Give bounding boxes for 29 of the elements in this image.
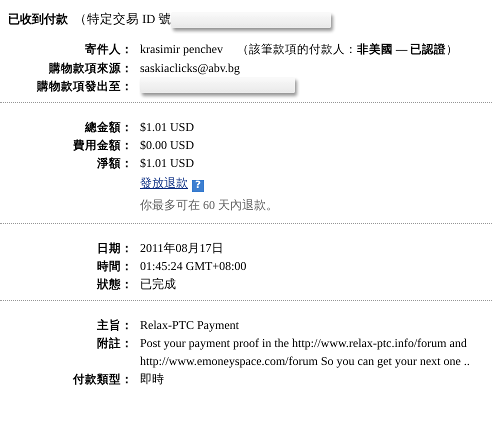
field-value: 01:45:24 GMT+08:00 (140, 259, 246, 273)
transaction-id-label: （特定交易 ID 號 (74, 10, 172, 28)
field-value: Relax-PTC Payment (140, 318, 239, 332)
field-value: $1.01 USD (140, 156, 194, 170)
field-value: 2011年08月17日 (140, 241, 224, 255)
field-label: 狀態： (96, 276, 133, 293)
field-label: 主旨： (96, 317, 133, 334)
field-value: $0.00 USD (140, 138, 194, 152)
field-value: saskiaclicks@abv.bg (140, 61, 240, 75)
field-label: 購物款項發出至： (36, 78, 133, 95)
refund-link[interactable]: 發放退款 (140, 176, 188, 190)
field-label: 費用金額： (72, 137, 133, 154)
field-label: 購物款項來源： (48, 60, 133, 77)
field-label: 日期： (96, 240, 133, 257)
help-icon[interactable]: ? (192, 180, 204, 192)
page-title: 已收到付款 (8, 10, 68, 28)
field-label: 付款類型： (72, 371, 133, 388)
field-label: 淨額： (96, 155, 133, 172)
field-value: Post your payment proof in the http://www.relax-ptc.info/forum and http://www.emoneyspace.com/forum So you can get your next one .. (140, 336, 470, 368)
field-value: 已完成 (140, 277, 176, 291)
field-label: 寄件人： (84, 41, 133, 58)
field-label: 時間： (96, 258, 133, 275)
refund-hint: 你最多可在 60 天內退款。 (140, 198, 278, 212)
field-label: 附註： (96, 335, 133, 352)
payer-status-text: （該筆款項的付款人：非美國 — 已認證） (236, 44, 458, 56)
field-value: krasimir penchev (140, 42, 223, 56)
field-value: 即時 (140, 372, 164, 386)
field-label: 總金額： (84, 119, 133, 136)
field-value: $1.01 USD (140, 120, 194, 134)
